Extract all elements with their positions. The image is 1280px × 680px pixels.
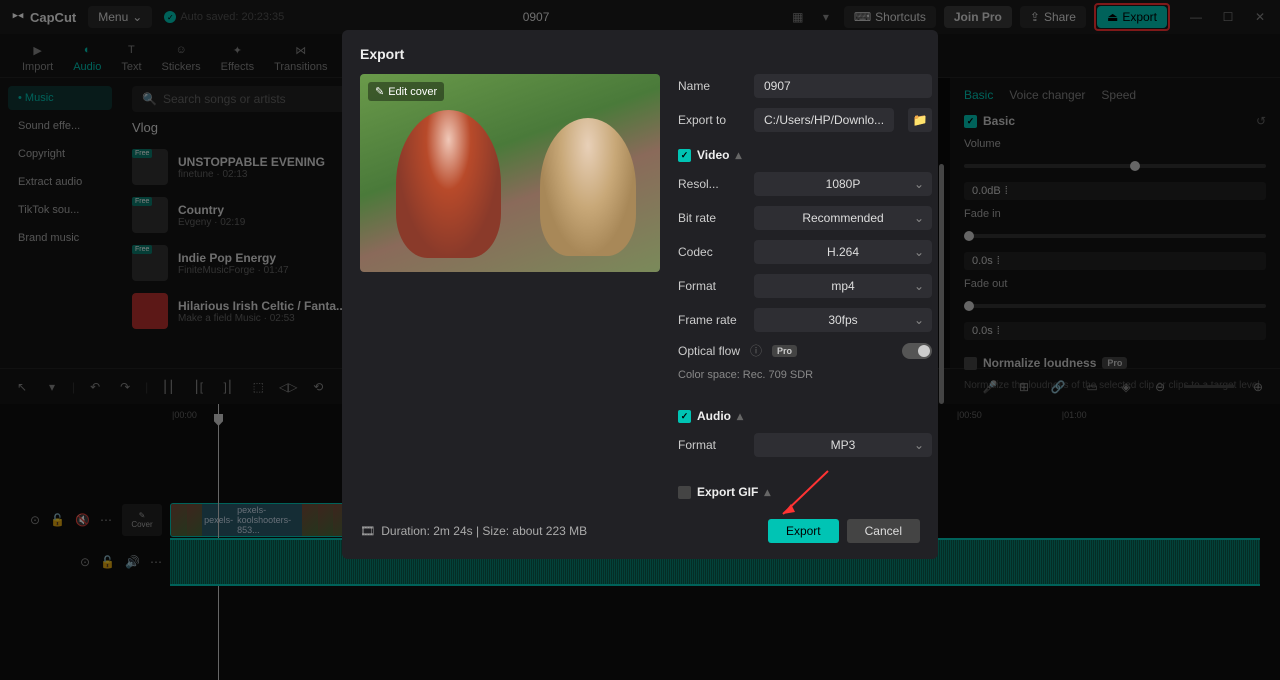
info-icon[interactable]: ⓘ [750,342,762,359]
cover-preview: ✎Edit cover [360,74,660,272]
name-input[interactable]: 0907 [754,74,932,98]
caret-icon: ▴ [735,148,741,162]
bitrate-label: Bit rate [678,211,744,225]
optical-label: Optical flow [678,344,740,358]
framerate-label: Frame rate [678,313,744,327]
exportto-label: Export to [678,113,744,127]
framerate-select[interactable]: 30fps [754,308,932,332]
dialog-title: Export [360,46,920,62]
pro-badge: Pro [772,345,797,357]
export-dialog: Export ✎Edit cover Name 0907 Export to C:/… [342,30,938,559]
videoformat-select[interactable]: mp4 [754,274,932,298]
resolution-label: Resol... [678,177,744,191]
scrollbar[interactable] [939,164,944,404]
resolution-select[interactable]: 1080P [754,172,932,196]
colorspace-label: Color space: Rec. 709 SDR [678,369,932,381]
folder-icon: 📁 [913,113,928,127]
exportto-input[interactable]: C:/Users/HP/Downlo... [754,108,894,132]
cancel-button[interactable]: Cancel [847,519,920,543]
audio-section[interactable]: ✓Audio▴ [678,409,932,423]
gif-section[interactable]: Export GIF▴ [678,485,932,499]
audioformat-select[interactable]: MP3 [754,433,932,457]
optical-toggle[interactable] [902,343,932,359]
duration-info: 🎞Duration: 2m 24s | Size: about 223 MB [360,524,587,538]
name-label: Name [678,79,744,93]
checkbox-icon[interactable]: ✓ [678,410,691,423]
pencil-icon: ✎ [375,85,384,98]
caret-icon: ▴ [737,409,743,423]
checkbox-icon[interactable]: ✓ [678,149,691,162]
codec-select[interactable]: H.264 [754,240,932,264]
edit-cover-button[interactable]: ✎Edit cover [368,82,444,101]
checkbox-icon[interactable] [678,486,691,499]
film-icon: 🎞 [360,524,375,538]
audioformat-label: Format [678,438,744,452]
bitrate-select[interactable]: Recommended [754,206,932,230]
codec-label: Codec [678,245,744,259]
video-section[interactable]: ✓Video▴ [678,148,932,162]
modal-overlay: Export ✎Edit cover Name 0907 Export to C:/… [0,0,1280,680]
format-label: Format [678,279,744,293]
caret-icon: ▴ [764,485,770,499]
export-confirm-button[interactable]: Export [768,519,839,543]
export-form: Name 0907 Export to C:/Users/HP/Downlo... 📁… [678,74,932,499]
folder-button[interactable]: 📁 [908,108,932,132]
